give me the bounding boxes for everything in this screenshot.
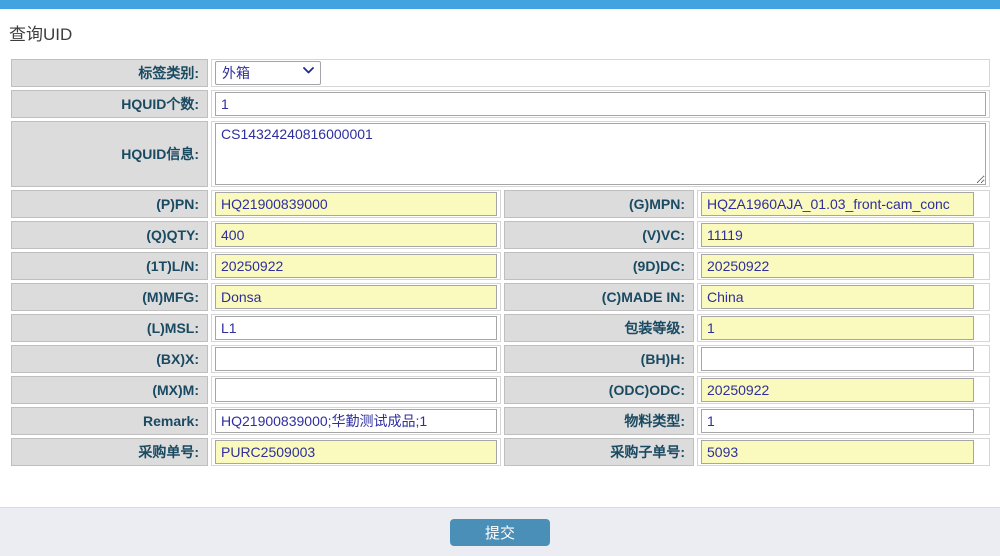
top-accent-bar (0, 0, 1000, 9)
msl-input[interactable] (215, 316, 497, 340)
ln-input[interactable] (215, 254, 497, 278)
made-in-input[interactable] (701, 285, 974, 309)
bh-h-input[interactable] (701, 347, 974, 371)
field-row: (BX)X: (BH)H: (11, 345, 990, 373)
vc-input[interactable] (701, 223, 974, 247)
field-row: (L)MSL: 包装等级: (11, 314, 990, 342)
remark-input[interactable] (215, 409, 497, 433)
field-row: Remark: 物料类型: (11, 407, 990, 435)
ln-cell (211, 252, 501, 280)
field-row: (MX)M: (ODC)ODC: (11, 376, 990, 404)
submit-button[interactable]: 提交 (450, 519, 550, 546)
hquid-info-cell: CS14324240816000001 (211, 121, 990, 187)
vc-cell (697, 221, 990, 249)
field-row: (M)MFG: (C)MADE IN: (11, 283, 990, 311)
qty-cell (211, 221, 501, 249)
label-type-select-wrap: 外箱 (215, 61, 321, 85)
field-row: (1T)L/N: (9D)DC: (11, 252, 990, 280)
made-in-cell (697, 283, 990, 311)
pn-input[interactable] (215, 192, 497, 216)
field-row: 采购单号: 采购子单号: (11, 438, 990, 466)
bx-x-cell (211, 345, 501, 373)
remark-cell (211, 407, 501, 435)
purchase-order-label: 采购单号: (11, 438, 208, 466)
material-type-input[interactable] (701, 409, 974, 433)
dc-label: (9D)DC: (504, 252, 694, 280)
purchase-sub-order-label: 采购子单号: (504, 438, 694, 466)
package-level-input[interactable] (701, 316, 974, 340)
hquid-info-label: HQUID信息: (11, 121, 208, 187)
pn-label: (P)PN: (11, 190, 208, 218)
ln-label: (1T)L/N: (11, 252, 208, 280)
odc-input[interactable] (701, 378, 974, 402)
msl-label: (L)MSL: (11, 314, 208, 342)
bh-h-label: (BH)H: (504, 345, 694, 373)
label-type-row: 标签类别: 外箱 (11, 59, 990, 87)
package-level-cell (697, 314, 990, 342)
hquid-count-row: HQUID个数: (11, 90, 990, 118)
label-type-label: 标签类别: (11, 59, 208, 87)
purchase-sub-order-cell (697, 438, 990, 466)
qty-label: (Q)QTY: (11, 221, 208, 249)
pn-cell (211, 190, 501, 218)
material-type-cell (697, 407, 990, 435)
mfg-input[interactable] (215, 285, 497, 309)
label-type-cell: 外箱 (211, 59, 990, 87)
bx-x-label: (BX)X: (11, 345, 208, 373)
package-level-label: 包装等级: (504, 314, 694, 342)
mpn-label: (G)MPN: (504, 190, 694, 218)
label-type-select[interactable]: 外箱 (215, 61, 321, 85)
uid-form-table: 标签类别: 外箱 HQUID个数: HQUID信息: CS (8, 56, 993, 469)
purchase-sub-order-input[interactable] (701, 440, 974, 464)
mx-m-cell (211, 376, 501, 404)
qty-input[interactable] (215, 223, 497, 247)
field-row: (P)PN: (G)MPN: (11, 190, 990, 218)
page-title: 查询UID (9, 20, 1000, 45)
remark-label: Remark: (11, 407, 208, 435)
mx-m-label: (MX)M: (11, 376, 208, 404)
dc-input[interactable] (701, 254, 974, 278)
purchase-order-cell (211, 438, 501, 466)
bx-x-input[interactable] (215, 347, 497, 371)
mx-m-input[interactable] (215, 378, 497, 402)
hquid-info-textarea[interactable]: CS14324240816000001 (215, 123, 986, 185)
hquid-count-label: HQUID个数: (11, 90, 208, 118)
mpn-input[interactable] (701, 192, 974, 216)
msl-cell (211, 314, 501, 342)
field-row: (Q)QTY: (V)VC: (11, 221, 990, 249)
mfg-label: (M)MFG: (11, 283, 208, 311)
odc-label: (ODC)ODC: (504, 376, 694, 404)
bh-h-cell (697, 345, 990, 373)
hquid-info-row: HQUID信息: CS14324240816000001 (11, 121, 990, 187)
odc-cell (697, 376, 990, 404)
footer-bar: 提交 (0, 507, 1000, 556)
hquid-count-cell (211, 90, 990, 118)
dc-cell (697, 252, 990, 280)
hquid-count-input[interactable] (215, 92, 986, 116)
material-type-label: 物料类型: (504, 407, 694, 435)
mpn-cell (697, 190, 990, 218)
form-table-body: 标签类别: 外箱 HQUID个数: HQUID信息: CS (11, 59, 990, 466)
vc-label: (V)VC: (504, 221, 694, 249)
mfg-cell (211, 283, 501, 311)
made-in-label: (C)MADE IN: (504, 283, 694, 311)
purchase-order-input[interactable] (215, 440, 497, 464)
